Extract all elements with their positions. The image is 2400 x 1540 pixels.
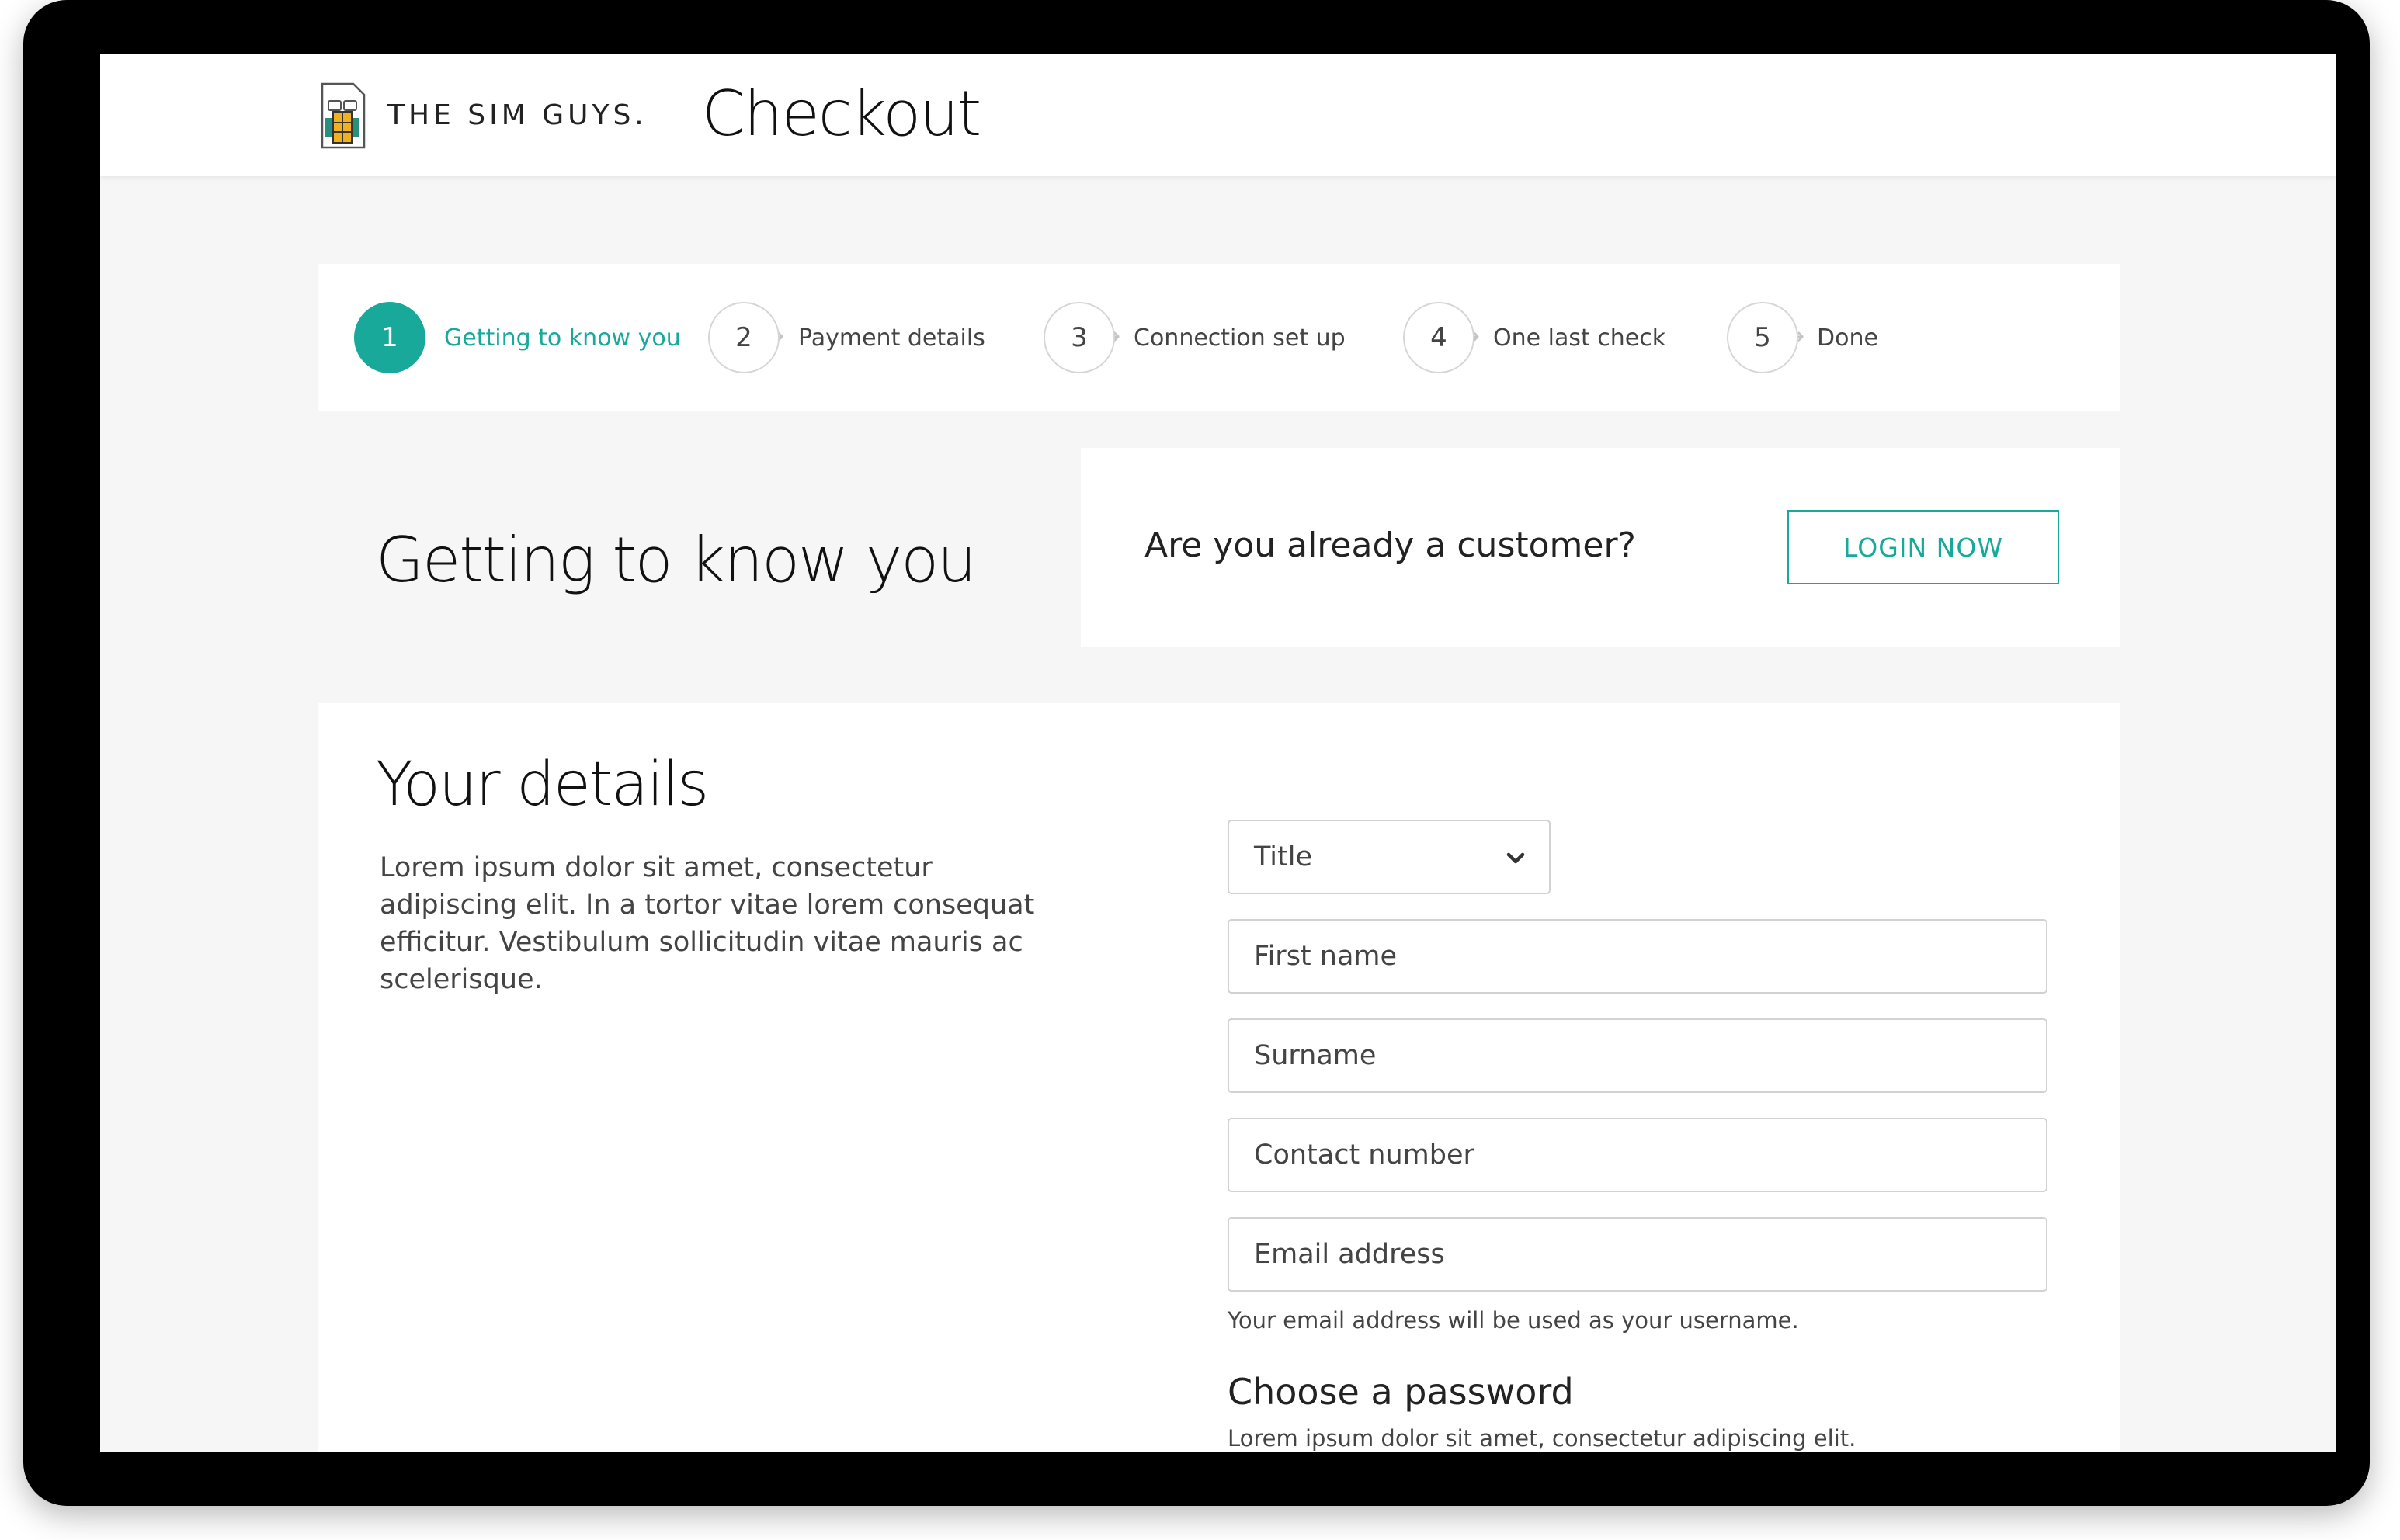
step-label: Payment details (798, 324, 985, 352)
step-label: Getting to know you (444, 324, 681, 352)
step-label: One last check (1493, 324, 1666, 352)
contact-number-field[interactable]: Contact number (1228, 1118, 2047, 1192)
step-number: 5 (1727, 302, 1798, 373)
site-header: THE SIM GUYS. Checkout (100, 54, 2336, 176)
step-label: Done (1817, 324, 1878, 352)
title-select-value: Title (1254, 841, 1313, 872)
step-number: 3 (1044, 302, 1115, 373)
step-payment-details[interactable]: 2 Payment details (708, 300, 985, 375)
email-field[interactable]: Email address (1228, 1217, 2047, 1292)
brand-name[interactable]: THE SIM GUYS. (387, 99, 648, 131)
step-connection-set-up[interactable]: 3 Connection set up (1044, 300, 1346, 375)
email-help-text: Your email address will be used as your … (1228, 1307, 1799, 1334)
step-one-last-check[interactable]: 4 One last check (1403, 300, 1665, 375)
contact-number-placeholder: Contact number (1254, 1139, 1474, 1171)
step-number: 1 (354, 302, 425, 373)
surname-placeholder: Surname (1254, 1040, 1377, 1071)
details-title: Your details (376, 750, 709, 820)
existing-customer-panel: Are you already a customer? LOGIN NOW (1081, 448, 2120, 647)
step-done[interactable]: 5 Done (1727, 300, 1878, 375)
step-label: Connection set up (1134, 324, 1346, 352)
login-now-button[interactable]: LOGIN NOW (1787, 510, 2059, 584)
title-select[interactable]: Title (1228, 820, 1551, 894)
details-description: Lorem ipsum dolor sit amet, consectetur … (380, 852, 1035, 995)
device-frame: THE SIM GUYS. Checkout 1 Getting to know… (23, 0, 2370, 1506)
password-help-text: Lorem ipsum dolor sit amet, consectetur … (1228, 1425, 1856, 1452)
sim-card-logo-icon (321, 82, 366, 149)
browser-viewport: THE SIM GUYS. Checkout 1 Getting to know… (100, 54, 2336, 1452)
step-getting-to-know-you[interactable]: 1 Getting to know you (354, 300, 681, 375)
your-details-card: Your details Lorem ipsum dolor sit amet,… (318, 703, 2120, 1452)
password-heading: Choose a password (1228, 1371, 1574, 1413)
email-placeholder: Email address (1254, 1239, 1445, 1270)
step-number: 2 (708, 302, 780, 373)
first-name-field[interactable]: First name (1228, 919, 2047, 994)
chevron-down-icon (1506, 852, 1525, 864)
section-title: Getting to know you (376, 524, 977, 596)
page-title: Checkout (702, 78, 981, 150)
step-number: 4 (1403, 302, 1474, 373)
customer-question: Are you already a customer? (1144, 525, 1636, 565)
first-name-placeholder: First name (1254, 941, 1398, 972)
checkout-stepper: 1 Getting to know you → 2 Payment detail… (318, 264, 2120, 411)
surname-field[interactable]: Surname (1228, 1018, 2047, 1093)
